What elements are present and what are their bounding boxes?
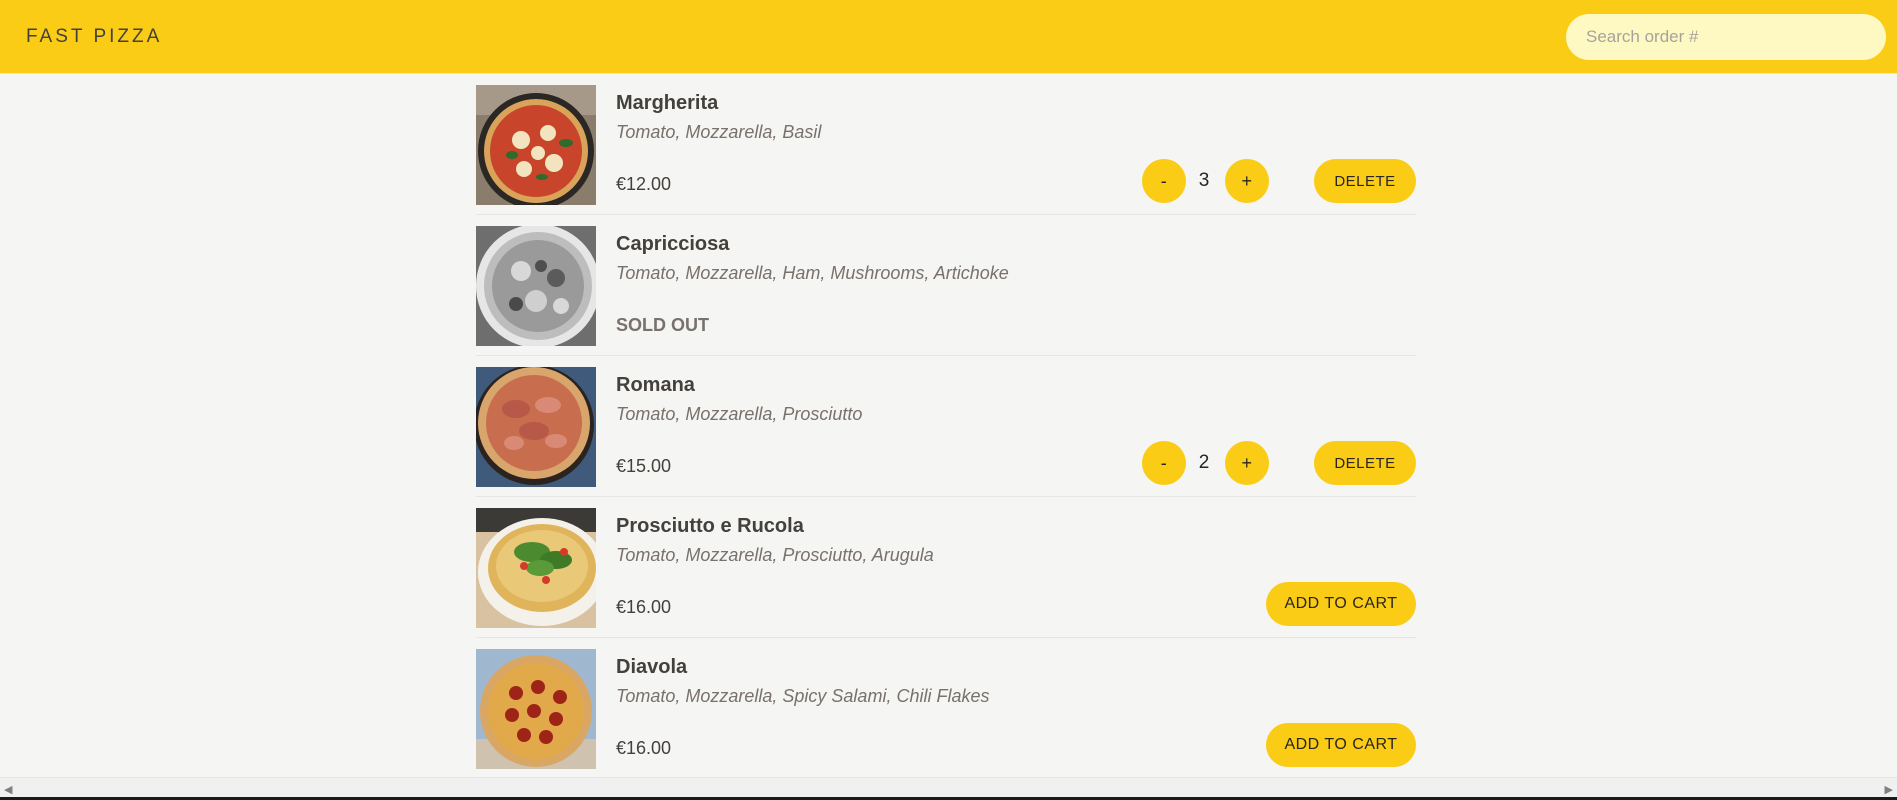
menu-item-prosciutto-e-rucola: Prosciutto e Rucola Tomato, Mozzarella, … bbox=[476, 497, 1416, 638]
delete-item-button[interactable]: Delete bbox=[1314, 159, 1416, 203]
margherita-pizza-image bbox=[476, 85, 596, 205]
pizza-ingredients: Tomato, Mozzarella, Ham, Mushrooms, Arti… bbox=[616, 263, 1009, 283]
scroll-right-arrow-icon[interactable]: ▶ bbox=[1885, 783, 1893, 796]
menu-item-romana: Romana Tomato, Mozzarella, Prosciutto €1… bbox=[476, 356, 1416, 497]
pizza-name: Capricciosa bbox=[616, 233, 730, 255]
romana-pizza-image bbox=[476, 367, 596, 487]
increase-quantity-button[interactable]: + bbox=[1225, 441, 1269, 485]
pizza-ingredients: Tomato, Mozzarella, Basil bbox=[616, 122, 822, 142]
pizza-menu-list: Margherita Tomato, Mozzarella, Basil €12… bbox=[476, 74, 1416, 779]
pizza-price: €16.00 bbox=[616, 738, 672, 758]
pizza-price: €12.00 bbox=[616, 174, 672, 194]
menu-item-diavola: Diavola Tomato, Mozzarella, Spicy Salami… bbox=[476, 638, 1416, 779]
app-logo[interactable]: Fast Pizza bbox=[26, 26, 162, 48]
decrease-quantity-button[interactable]: - bbox=[1142, 159, 1186, 203]
prosciutto-rucola-pizza-image bbox=[476, 508, 596, 628]
pizza-ingredients: Tomato, Mozzarella, Prosciutto bbox=[616, 404, 863, 424]
delete-item-button[interactable]: Delete bbox=[1314, 441, 1416, 485]
diavola-pizza-image bbox=[476, 649, 596, 769]
pizza-name: Prosciutto e Rucola bbox=[616, 515, 804, 537]
pizza-name: Margherita bbox=[616, 92, 719, 114]
pizza-price: €15.00 bbox=[616, 456, 672, 476]
pizza-name: Diavola bbox=[616, 656, 688, 678]
scroll-left-arrow-icon[interactable]: ◀ bbox=[4, 783, 12, 796]
decrease-quantity-button[interactable]: - bbox=[1142, 441, 1186, 485]
pizza-price: €16.00 bbox=[616, 597, 672, 617]
capricciosa-pizza-image bbox=[476, 226, 596, 346]
increase-quantity-button[interactable]: + bbox=[1225, 159, 1269, 203]
app-header: Fast Pizza bbox=[0, 0, 1897, 74]
pizza-ingredients: Tomato, Mozzarella, Spicy Salami, Chili … bbox=[616, 686, 990, 706]
sold-out-label: Sold out bbox=[616, 315, 709, 335]
add-to-cart-button[interactable]: Add to cart bbox=[1266, 723, 1416, 767]
add-to-cart-button[interactable]: Add to cart bbox=[1266, 582, 1416, 626]
quantity-value: 2 bbox=[1198, 452, 1210, 473]
horizontal-scrollbar[interactable]: ◀ ▶ bbox=[0, 777, 1897, 800]
menu-item-capricciosa: Capricciosa Tomato, Mozzarella, Ham, Mus… bbox=[476, 215, 1416, 356]
menu-item-margherita: Margherita Tomato, Mozzarella, Basil €12… bbox=[476, 74, 1416, 215]
search-order-input[interactable] bbox=[1566, 14, 1886, 60]
pizza-ingredients: Tomato, Mozzarella, Prosciutto, Arugula bbox=[616, 545, 934, 565]
quantity-value: 3 bbox=[1198, 170, 1210, 191]
pizza-name: Romana bbox=[616, 374, 695, 396]
